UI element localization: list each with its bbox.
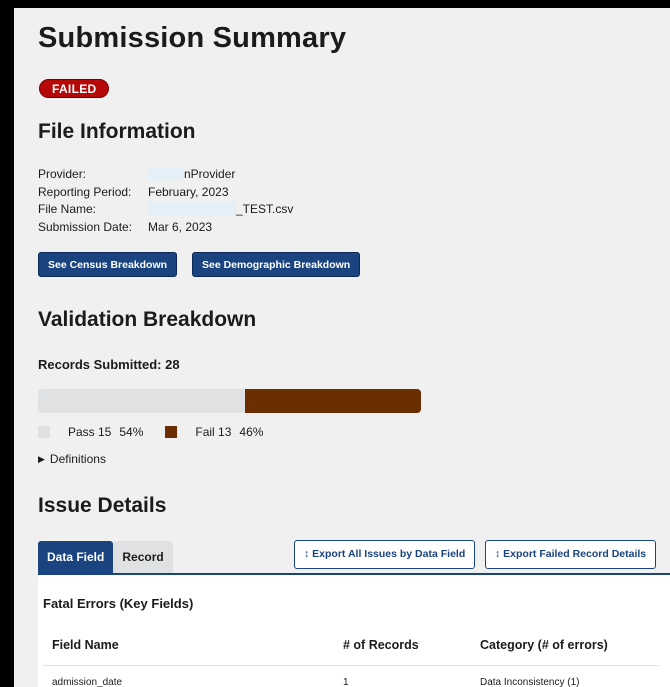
fatal-errors-heading: Fatal Errors (Key Fields) [43, 596, 194, 611]
export-issues-by-data-field-button[interactable]: ↕ Export All Issues by Data Field [294, 540, 476, 569]
issues-panel: Fatal Errors (Key Fields) Field Name # o… [38, 575, 670, 687]
row-category: Data Inconsistency (1) [480, 677, 580, 687]
see-census-breakdown-button[interactable]: See Census Breakdown [38, 252, 178, 277]
row-field-name: admission_date [52, 677, 123, 687]
legend-pass: Pass 15 54% [38, 425, 143, 439]
export-failed-record-details-button[interactable]: ↕ Export Failed Record Details [485, 540, 657, 569]
file-name-label: File Name: [38, 202, 97, 216]
fail-count: Fail 13 [195, 425, 232, 439]
column-header-field-name: Field Name [52, 638, 119, 652]
provider-value: nProvider [148, 166, 235, 184]
file-information-heading: File Information [38, 120, 196, 143]
file-info-list: Provider: nProvider Reporting Period: Fe… [38, 166, 293, 236]
tab-record[interactable]: Record [113, 541, 173, 574]
header-divider [43, 665, 659, 666]
submission-date-row: Submission Date: Mar 6, 2023 [38, 219, 293, 237]
triangle-right-icon: ▶ [38, 453, 45, 464]
submission-date-value: Mar 6, 2023 [148, 219, 213, 234]
validation-breakdown-heading: Validation Breakdown [38, 308, 257, 331]
pass-swatch-icon [38, 426, 50, 438]
fail-bar-segment [244, 389, 421, 413]
submission-date-label: Submission Date: [38, 219, 133, 234]
pass-count: Pass 15 [68, 425, 112, 439]
provider-row: Provider: nProvider [38, 166, 293, 184]
pass-fail-bar [38, 389, 421, 413]
pass-percent: 54% [119, 425, 144, 439]
reporting-period-label: Reporting Period: [38, 184, 132, 199]
pass-fail-legend: Pass 15 54% Fail 13 46% [38, 425, 285, 439]
tab-data-field[interactable]: Data Field [38, 541, 114, 574]
file-name-value: _TEST.csv [148, 201, 293, 219]
legend-fail: Fail 13 46% [165, 425, 263, 439]
column-header-records: # of Records [343, 638, 419, 652]
issue-tabs: Data Field Record [38, 541, 173, 574]
records-submitted-label: Records Submitted: 28 [38, 357, 180, 372]
definitions-toggle[interactable]: ▶ Definitions [38, 452, 106, 466]
see-demographic-breakdown-button[interactable]: See Demographic Breakdown [192, 252, 361, 277]
provider-label: Provider: [38, 167, 87, 181]
file-name-row: File Name: _TEST.csv [38, 201, 293, 219]
reporting-period-value: February, 2023 [148, 184, 229, 199]
row-records: 1 [343, 677, 349, 687]
definitions-label: Definitions [49, 452, 106, 466]
fail-percent: 46% [239, 425, 264, 439]
submission-summary-page: Submission Summary FAILED File Informati… [14, 8, 670, 687]
column-header-category: Category (# of errors) [480, 638, 608, 652]
issue-details-heading: Issue Details [38, 494, 167, 517]
reporting-period-row: Reporting Period: February, 2023 [38, 184, 293, 202]
fail-swatch-icon [165, 426, 178, 438]
page-title: Submission Summary [38, 22, 347, 54]
status-badge: FAILED [39, 79, 110, 98]
